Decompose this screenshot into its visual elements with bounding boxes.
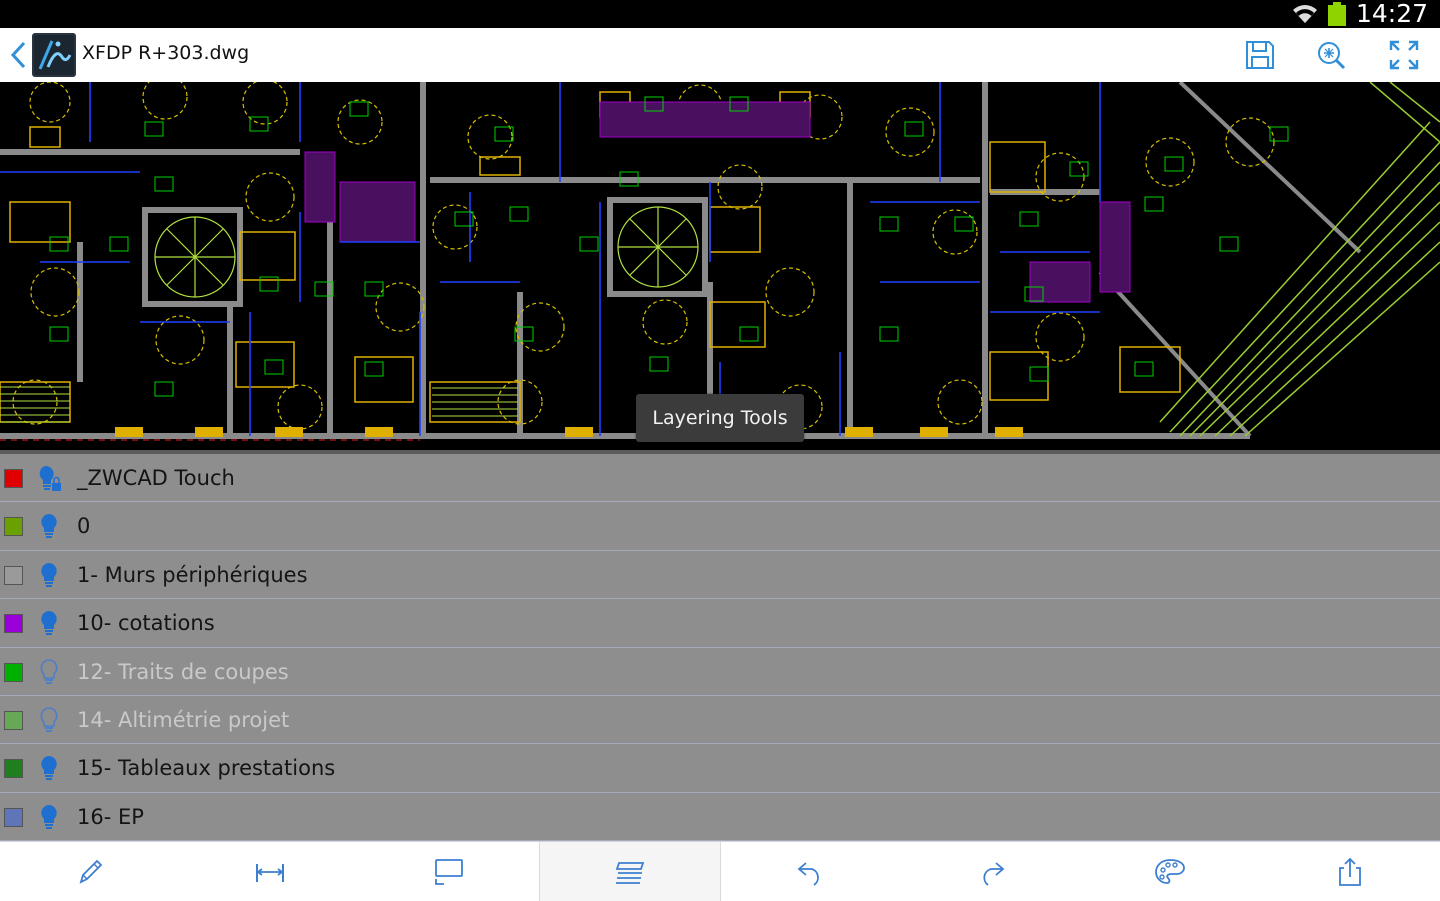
layer-row[interactable]: 15- Tableaux prestations <box>0 744 1440 793</box>
layer-name: 10- cotations <box>77 611 215 636</box>
app-logo-icon <box>32 33 76 77</box>
layer-row[interactable]: 14- Altimétrie projet <box>0 696 1440 745</box>
lightbulb-on-icon[interactable] <box>38 610 62 638</box>
app-bar: XFDP R+303.dwg <box>0 28 1440 83</box>
measure-icon <box>255 863 284 882</box>
screen-icon <box>435 858 464 885</box>
status-icons: 14:27 <box>1292 0 1428 28</box>
measure-tool-button[interactable] <box>180 842 360 901</box>
share-icon <box>1339 857 1362 886</box>
layer-color-swatch[interactable] <box>4 565 23 585</box>
layer-name: 0 <box>77 514 91 539</box>
color-palette-button[interactable] <box>1081 842 1261 901</box>
lightbulb-locked-icon[interactable] <box>38 465 62 493</box>
layer-name: 15- Tableaux prestations <box>77 756 336 781</box>
zoom-extents-icon[interactable] <box>1313 37 1349 73</box>
layer-color-swatch[interactable] <box>4 807 23 827</box>
layer-color-swatch[interactable] <box>4 710 23 730</box>
layer-row[interactable]: 0 <box>0 502 1440 551</box>
wifi-icon <box>1292 5 1317 23</box>
undo-icon <box>797 861 819 886</box>
layering-tools-button[interactable] <box>539 842 721 901</box>
view-tool-button[interactable] <box>360 842 540 901</box>
status-bar: 14:27 <box>0 0 1440 28</box>
lightbulb-on-icon[interactable] <box>38 755 62 783</box>
layer-color-swatch[interactable] <box>4 662 23 682</box>
layer-color-swatch[interactable] <box>4 517 23 537</box>
layers-icon <box>615 861 645 884</box>
palette-icon <box>1155 858 1186 884</box>
save-icon[interactable] <box>1242 37 1278 73</box>
undo-button[interactable] <box>721 842 901 901</box>
layer-list: _ZWCAD Touch 0 1- Murs périphériques 10-… <box>0 450 1440 841</box>
lightbulb-off-icon[interactable] <box>38 707 62 735</box>
tooltip-layering-tools: Layering Tools <box>636 394 804 442</box>
layer-color-swatch[interactable] <box>4 614 23 634</box>
layer-color-swatch[interactable] <box>4 759 23 779</box>
layer-name: 14- Altimétrie projet <box>77 707 290 732</box>
share-button[interactable] <box>1260 842 1440 901</box>
pencil-icon <box>79 859 103 884</box>
layer-name: _ZWCAD Touch <box>77 466 235 490</box>
layer-row[interactable]: 10- cotations <box>0 599 1440 648</box>
layer-row[interactable]: 12- Traits de coupes <box>0 648 1440 696</box>
fullscreen-icon[interactable] <box>1386 37 1422 73</box>
lightbulb-on-icon[interactable] <box>38 562 62 590</box>
drawing-canvas[interactable]: Layering Tools <box>0 82 1440 450</box>
draw-tool-button[interactable] <box>0 842 180 901</box>
layer-row[interactable]: 16- EP <box>0 793 1440 841</box>
battery-icon <box>1327 2 1346 26</box>
layer-row[interactable]: 1- Murs périphériques <box>0 551 1440 600</box>
redo-icon <box>983 861 1005 886</box>
redo-button[interactable] <box>901 842 1081 901</box>
lightbulb-on-icon[interactable] <box>38 513 62 541</box>
layer-name: 12- Traits de coupes <box>77 659 289 684</box>
back-arrow-icon[interactable] <box>6 38 32 72</box>
lightbulb-on-icon[interactable] <box>38 804 62 832</box>
clock: 14:27 <box>1355 0 1428 28</box>
layer-row[interactable]: _ZWCAD Touch <box>0 454 1440 503</box>
file-name: XFDP R+303.dwg <box>82 42 250 64</box>
layer-name: 16- EP <box>77 804 144 829</box>
layer-name: 1- Murs périphériques <box>77 562 308 587</box>
layer-color-swatch[interactable] <box>4 469 23 488</box>
lightbulb-off-icon[interactable] <box>38 658 62 687</box>
bottom-toolbar <box>0 841 1440 901</box>
